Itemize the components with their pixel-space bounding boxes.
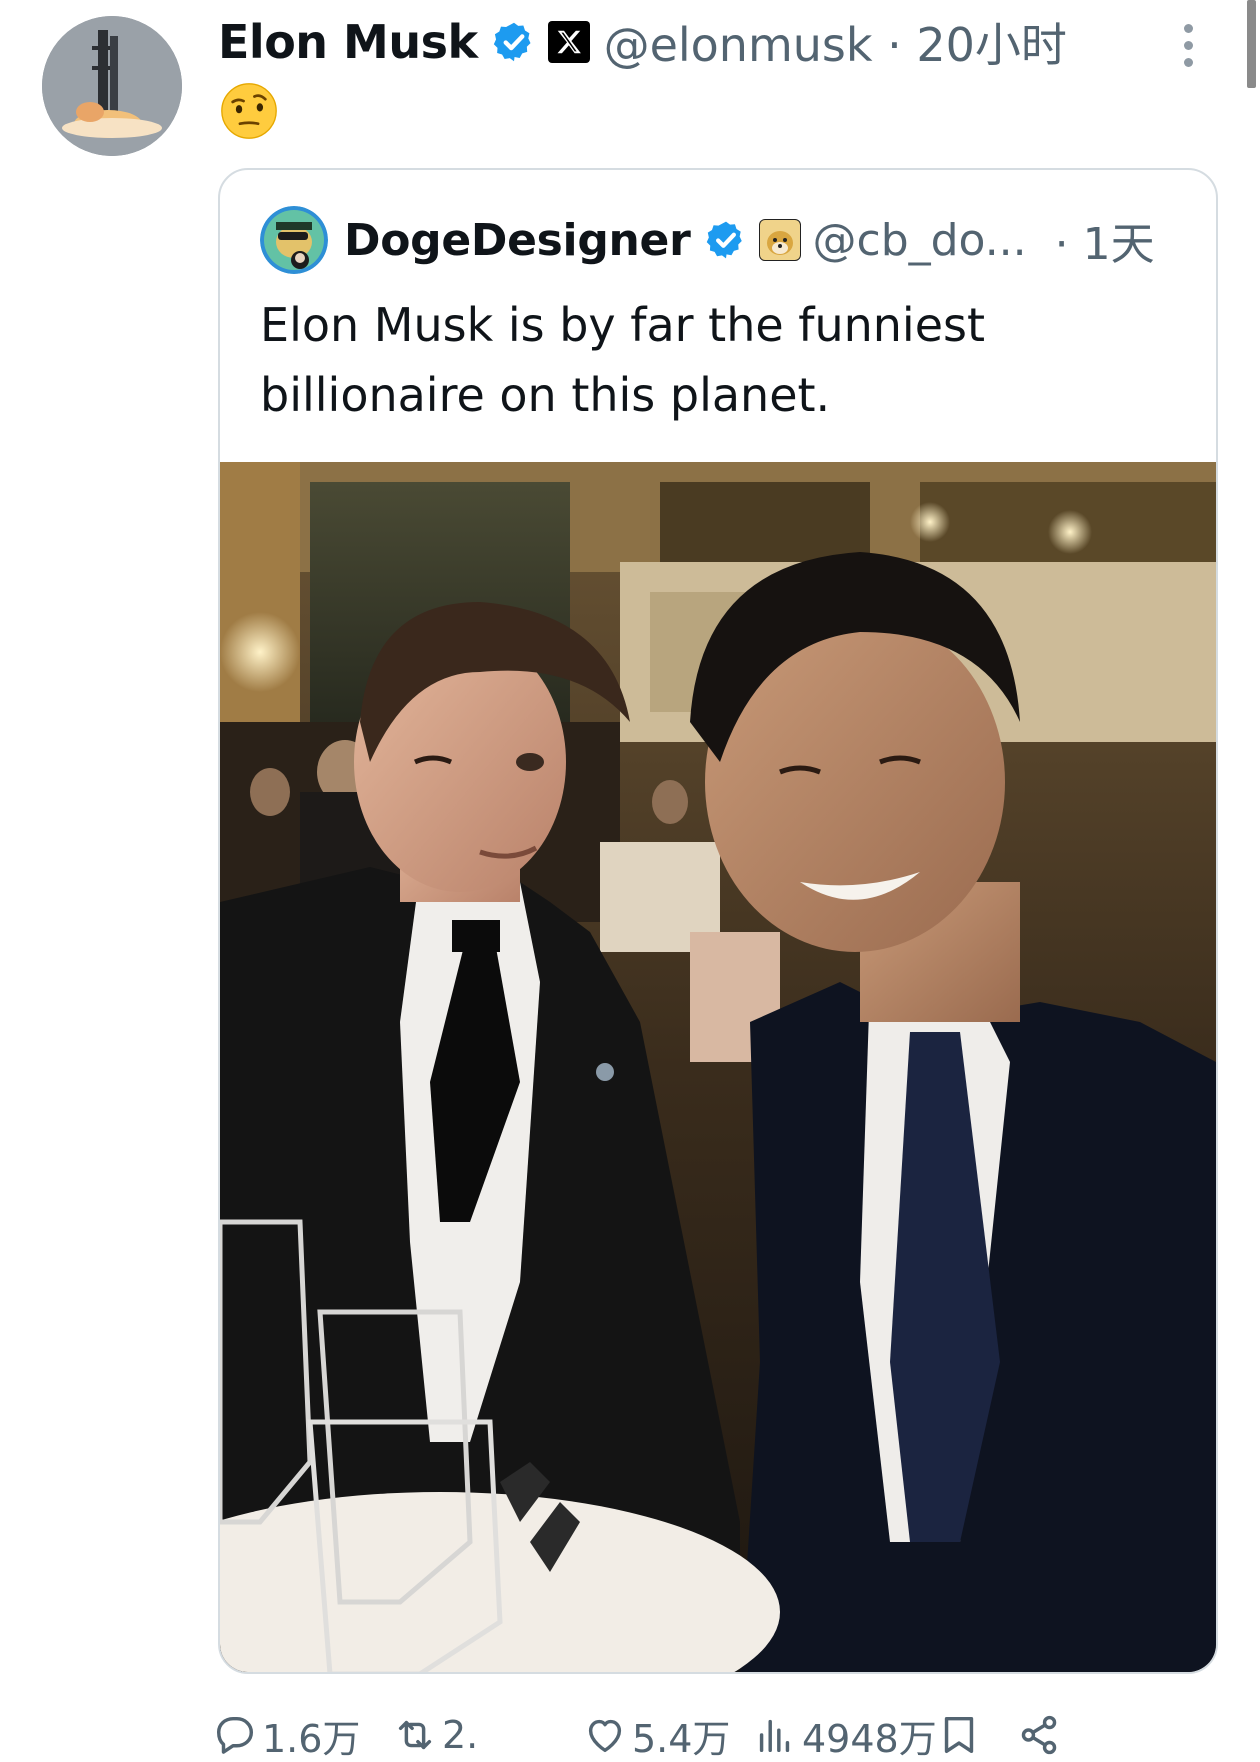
- selfie-photo: [220, 462, 1216, 1672]
- like-button[interactable]: 5.4万: [582, 1708, 730, 1762]
- scrollbar[interactable]: [1247, 0, 1256, 88]
- quoted-post-time[interactable]: · 1天: [1055, 208, 1155, 272]
- like-icon: [588, 1719, 622, 1753]
- bookmark-icon: [944, 1716, 974, 1754]
- quoted-post-header: DogeDesigner @cb_do... · 1天: [260, 206, 1155, 274]
- repost-icon: [398, 1720, 432, 1750]
- quoted-post-card[interactable]: DogeDesigner @cb_do... · 1天 Elon Musk is…: [218, 168, 1218, 1674]
- repost-button[interactable]: 2.: [392, 1708, 478, 1762]
- raised-eyebrow-emoji-icon: [221, 83, 277, 139]
- reply-button[interactable]: 1.6万: [212, 1708, 360, 1762]
- quoted-author-avatar[interactable]: [260, 206, 328, 274]
- post-header: Elon Musk @elonmusk · 20小时: [218, 12, 1067, 72]
- share-icon: [1021, 1715, 1057, 1755]
- quoted-post-text: Elon Musk is by far the funniest billion…: [260, 298, 986, 422]
- reply-count: 1.6万: [262, 1716, 361, 1761]
- handle-and-time[interactable]: @elonmusk · 20小时: [604, 9, 1067, 75]
- like-count: 5.4万: [632, 1716, 731, 1761]
- quoted-author-name[interactable]: DogeDesigner: [344, 215, 691, 266]
- share-button[interactable]: [1016, 1708, 1062, 1762]
- author-name[interactable]: Elon Musk: [218, 15, 478, 69]
- x-affiliation-icon: [547, 21, 590, 63]
- views-count: 4948万: [802, 1716, 937, 1761]
- post-action-bar: 1.6万 2. 5.4万 4948万: [212, 1708, 1192, 1762]
- views-button[interactable]: 4948万: [752, 1708, 937, 1762]
- rocket-launch-avatar-icon: [42, 16, 182, 156]
- verified-badge-icon: [493, 22, 531, 62]
- views-chart-icon: [759, 1719, 790, 1753]
- bookmark-button[interactable]: [936, 1708, 982, 1762]
- quoted-post-photo[interactable]: [220, 462, 1216, 1672]
- repost-count: 2.: [442, 1713, 479, 1757]
- author-avatar[interactable]: [42, 16, 182, 156]
- more-options-icon[interactable]: [1178, 24, 1198, 72]
- reply-icon: [216, 1716, 254, 1754]
- verified-badge-icon: [706, 221, 742, 259]
- doge-affiliation-icon: [758, 219, 801, 261]
- quoted-author-handle[interactable]: @cb_do...: [813, 215, 1027, 266]
